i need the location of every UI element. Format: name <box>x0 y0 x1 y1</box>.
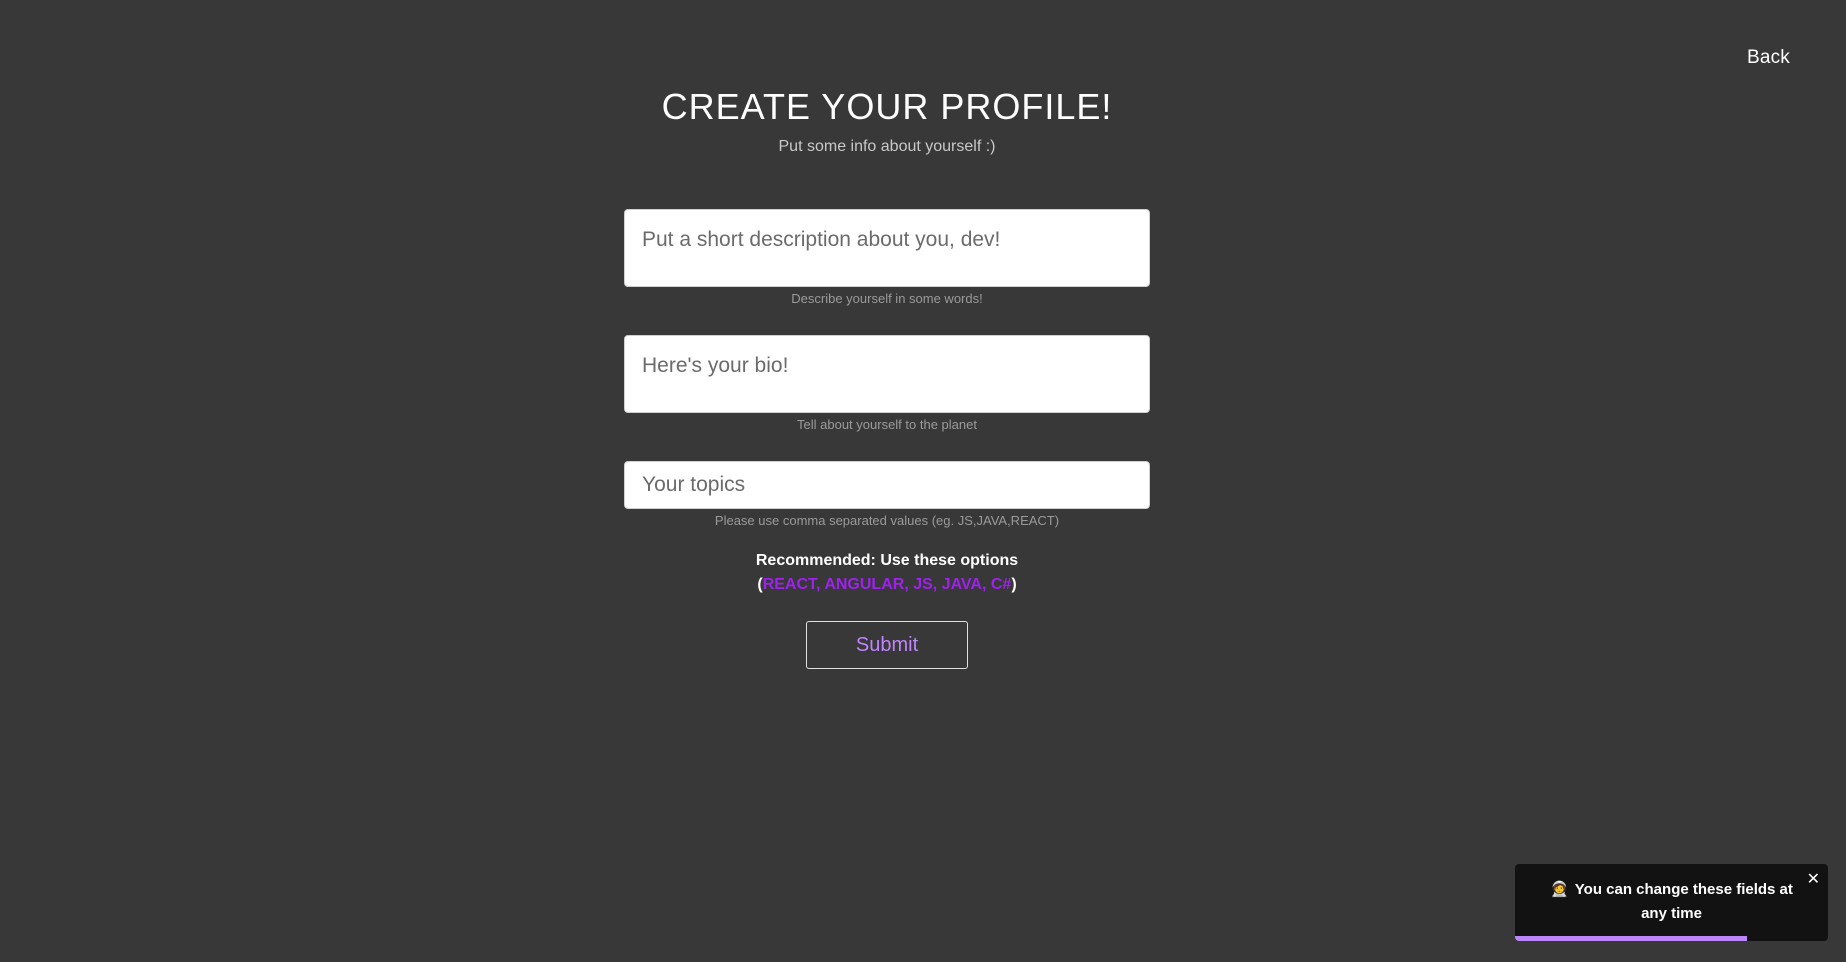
page-subtitle: Put some info about yourself :) <box>778 138 996 155</box>
recommended-options: Recommended: Use these options (REACT, A… <box>624 549 1150 597</box>
back-link[interactable]: Back <box>1747 47 1790 69</box>
bio-hint: Tell about yourself to the planet <box>797 417 977 432</box>
toast-notification: ✕ 🧑‍🚀 You can change these fields at any … <box>1515 864 1828 941</box>
page-title: CREATE YOUR PROFILE! <box>661 86 1113 127</box>
toast-progress-bar <box>1515 936 1747 941</box>
bio-input[interactable] <box>624 335 1150 413</box>
recommended-label: Recommended: Use these options <box>755 552 1019 569</box>
topics-hint: Please use comma separated values (eg. J… <box>714 513 1060 528</box>
topics-input[interactable] <box>624 461 1150 509</box>
description-hint: Describe yourself in some words! <box>791 291 983 306</box>
recommended-options-list: REACT, ANGULAR, JS, JAVA, C# <box>762 576 1012 593</box>
toast-message: You can change these fields at any time <box>1574 881 1793 922</box>
recommended-options-line: (REACT, ANGULAR, JS, JAVA, C#) <box>624 573 1150 597</box>
recommended-close-paren: ) <box>1011 576 1017 593</box>
astronaut-icon: 🧑‍🚀 <box>1550 881 1569 898</box>
close-icon[interactable]: ✕ <box>1807 872 1820 888</box>
description-input[interactable] <box>624 209 1150 287</box>
profile-page: Back CREATE YOUR PROFILE! Put some info … <box>0 0 1846 962</box>
submit-button[interactable]: Submit <box>806 621 968 669</box>
